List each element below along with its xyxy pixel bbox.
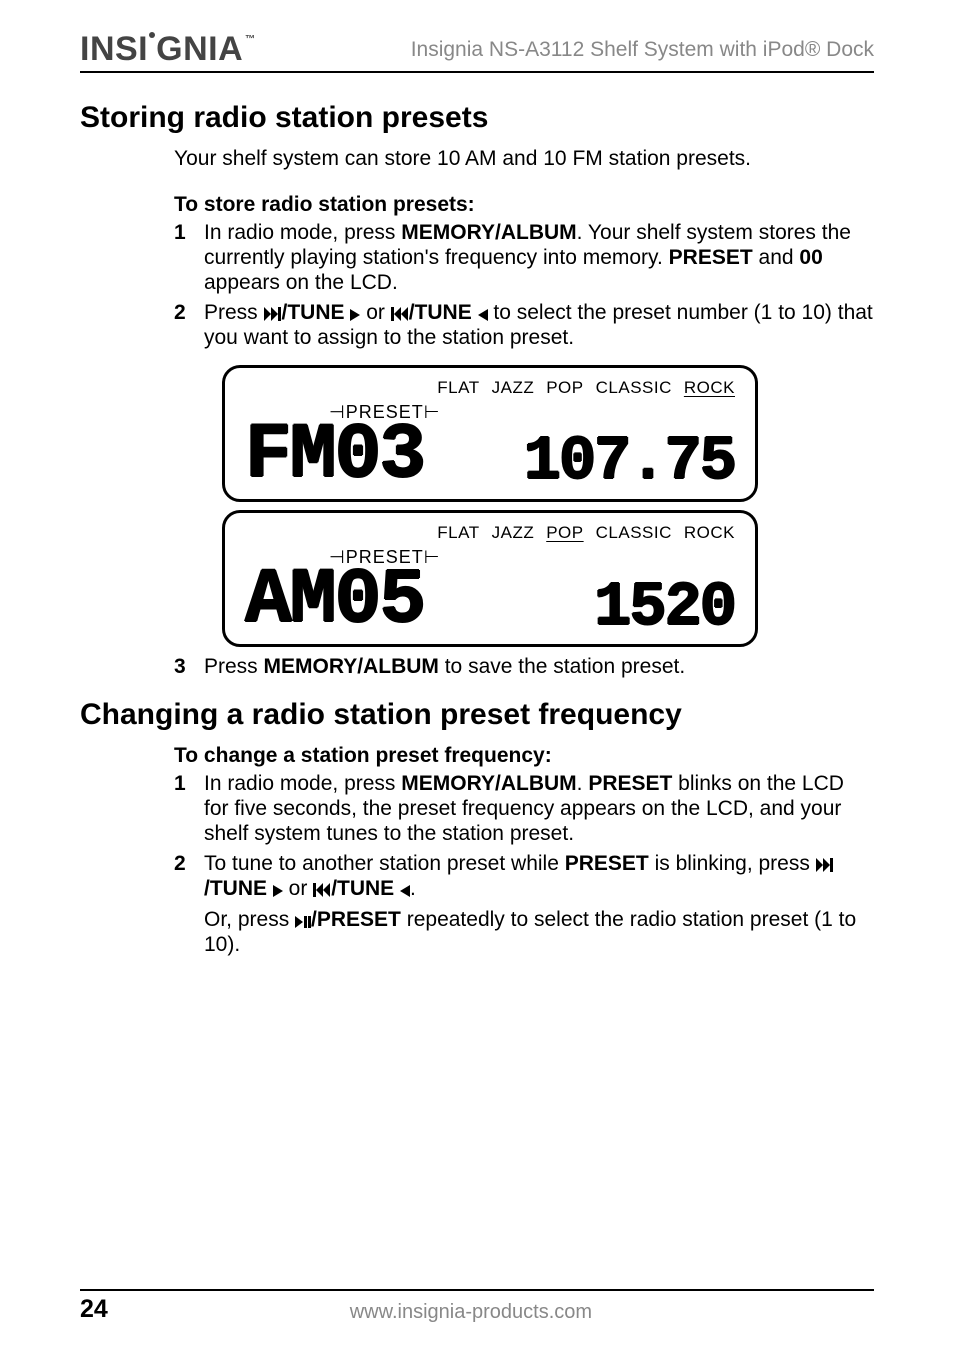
brand-logo: INSIGNIA™ bbox=[80, 30, 256, 69]
eq-pop: POP bbox=[546, 378, 583, 398]
brand-dot-1 bbox=[149, 32, 155, 38]
lcd2-frequency: 1520 bbox=[594, 582, 735, 635]
next-track-icon bbox=[816, 858, 834, 872]
brand-text-b: NIA bbox=[183, 30, 243, 69]
section1-intro: Your shelf system can store 10 AM and 10… bbox=[174, 147, 874, 171]
eq-classic: CLASSIC bbox=[596, 523, 672, 543]
section2-sub: To change a station preset frequency: bbox=[174, 744, 874, 768]
lcd-display-fm: FLAT JAZZ POP CLASSIC ROCK ⊣PRESET⊢ FM03… bbox=[222, 365, 758, 502]
lcd-display-am: FLAT JAZZ POP CLASSIC ROCK ⊣PRESET⊢ AM05… bbox=[222, 510, 758, 647]
play-right-icon bbox=[273, 885, 283, 897]
brand-text-a: INSI bbox=[80, 30, 148, 69]
lcd2-band-preset: AM05 bbox=[245, 568, 424, 634]
document-title: Insignia NS-A3112 Shelf System with iPod… bbox=[411, 38, 874, 62]
prev-track-icon bbox=[391, 307, 409, 321]
eq-classic: CLASSIC bbox=[596, 378, 672, 398]
step-number: 2 bbox=[174, 852, 204, 957]
play-left-icon bbox=[478, 309, 488, 321]
eq-row: FLAT JAZZ POP CLASSIC ROCK bbox=[437, 523, 741, 543]
step-number: 2 bbox=[174, 301, 204, 351]
lcd1-band-preset: FM03 bbox=[245, 423, 424, 489]
eq-rock-active: ROCK bbox=[684, 378, 735, 398]
brand-tm: ™ bbox=[245, 34, 256, 45]
section1-step-2: 2 Press /TUNE or /TUNE to select the pre… bbox=[174, 301, 874, 351]
lcd1-frequency: 107.75 bbox=[524, 436, 735, 489]
section2-step-1: 1 In radio mode, press MEMORY/ALBUM. PRE… bbox=[174, 772, 874, 846]
step-number: 3 bbox=[174, 655, 204, 680]
eq-jazz: JAZZ bbox=[492, 523, 535, 543]
eq-rock: ROCK bbox=[684, 523, 735, 543]
section2-step-2: 2 To tune to another station preset whil… bbox=[174, 852, 874, 957]
section-heading-storing: Storing radio station presets bbox=[80, 101, 874, 135]
eq-flat: FLAT bbox=[437, 378, 479, 398]
play-left-icon bbox=[400, 885, 410, 897]
page-footer: 24 www.insignia-products.com bbox=[80, 1289, 874, 1324]
eq-row: FLAT JAZZ POP CLASSIC ROCK bbox=[437, 378, 741, 398]
play-right-icon bbox=[350, 309, 360, 321]
step-number: 1 bbox=[174, 772, 204, 846]
page-header: INSIGNIA™ Insignia NS-A3112 Shelf System… bbox=[80, 30, 874, 73]
page-number: 24 bbox=[80, 1295, 108, 1324]
section1-step-1: 1 In radio mode, press MEMORY/ALBUM. You… bbox=[174, 221, 874, 295]
play-pause-icon bbox=[295, 916, 311, 928]
section1-step-3: 3 Press MEMORY/ALBUM to save the station… bbox=[174, 655, 874, 680]
eq-jazz: JAZZ bbox=[492, 378, 535, 398]
next-track-icon bbox=[264, 307, 282, 321]
step-number: 1 bbox=[174, 221, 204, 295]
prev-track-icon bbox=[313, 883, 331, 897]
section-heading-changing: Changing a radio station preset frequenc… bbox=[80, 698, 874, 732]
footer-url: www.insignia-products.com bbox=[108, 1301, 834, 1324]
section1-sub: To store radio station presets: bbox=[174, 193, 874, 217]
eq-flat: FLAT bbox=[437, 523, 479, 543]
eq-pop-active: POP bbox=[546, 523, 583, 543]
